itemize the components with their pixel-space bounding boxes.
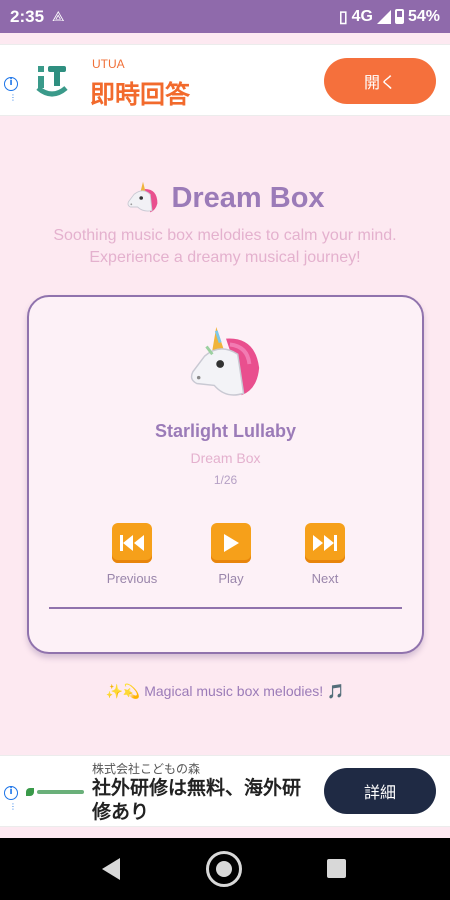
play-icon <box>211 523 251 563</box>
ad-brand: UTUA <box>92 57 125 71</box>
ad-info-icon[interactable]: i <box>4 786 18 800</box>
previous-button[interactable]: Previous <box>92 523 172 586</box>
play-button[interactable]: Play <box>191 523 271 586</box>
battery-icon <box>394 9 404 24</box>
unicorn-icon <box>127 181 158 213</box>
ad-open-button[interactable]: 開く <box>324 58 436 104</box>
next-button[interactable]: Next <box>285 523 365 586</box>
notification-icon: ⟁ <box>52 8 65 25</box>
home-icon[interactable] <box>206 851 242 887</box>
ad-headline: 社外研修は無料、海外研修あり <box>92 777 302 823</box>
next-label: Next <box>311 571 339 586</box>
ad-info-icon[interactable]: i <box>4 77 18 91</box>
back-icon[interactable] <box>102 858 120 880</box>
network-type: 4G <box>351 7 373 25</box>
vibrate-icon: ▯ <box>338 8 348 26</box>
ad-options-icon[interactable]: ⋮ <box>9 803 17 811</box>
track-position: 1/26 <box>213 473 238 487</box>
tagline: ✨💫 Magical music box melodies! 🎵 <box>105 683 345 699</box>
ad-details-button[interactable]: 詳細 <box>324 768 436 814</box>
top-ad-banner[interactable]: i ⋮ UTUA 即時回答 開く <box>0 44 450 116</box>
previous-label: Previous <box>106 571 158 586</box>
advertiser-logo <box>26 786 84 798</box>
subtitle-line-1: Soothing music box melodies to calm your… <box>53 227 397 244</box>
ad-company: 株式会社こどもの森 <box>92 762 201 776</box>
app-title: Dream Box <box>0 180 450 216</box>
album-art-unicorn-icon <box>190 326 260 396</box>
app-subtitle: Soothing music box melodies to calm your… <box>0 225 450 269</box>
song-artist: Dream Box <box>190 450 261 466</box>
player-card: Starlight Lullaby Dream Box 1/26 Previou… <box>27 295 424 654</box>
ad-headline: 即時回答 <box>90 80 191 109</box>
utua-logo <box>36 66 68 97</box>
progress-bar[interactable] <box>49 607 402 609</box>
recent-apps-icon[interactable] <box>327 859 346 878</box>
song-title: Starlight Lullaby <box>154 421 296 441</box>
signal-icon <box>376 9 391 24</box>
rewind-icon <box>112 523 152 563</box>
subtitle-line-2: Experience a dreamy musical journey! <box>89 249 361 266</box>
page-title: Dream Box <box>171 181 325 214</box>
fast-forward-icon <box>305 523 345 563</box>
ad-options-icon[interactable]: ⋮ <box>9 94 17 102</box>
navigation-bar <box>0 838 450 900</box>
play-label: Play <box>218 571 244 586</box>
status-time: 2:35 <box>10 6 45 26</box>
status-bar: 2:35 ⟁ ▯ 4G 54% <box>0 0 450 33</box>
battery-percent: 54% <box>407 7 440 25</box>
bottom-ad-banner[interactable]: i ⋮ 株式会社こどもの森 社外研修は無料、海外研修あり 詳細 <box>0 755 450 827</box>
status-indicators: ▯ 4G 54% <box>339 7 440 27</box>
